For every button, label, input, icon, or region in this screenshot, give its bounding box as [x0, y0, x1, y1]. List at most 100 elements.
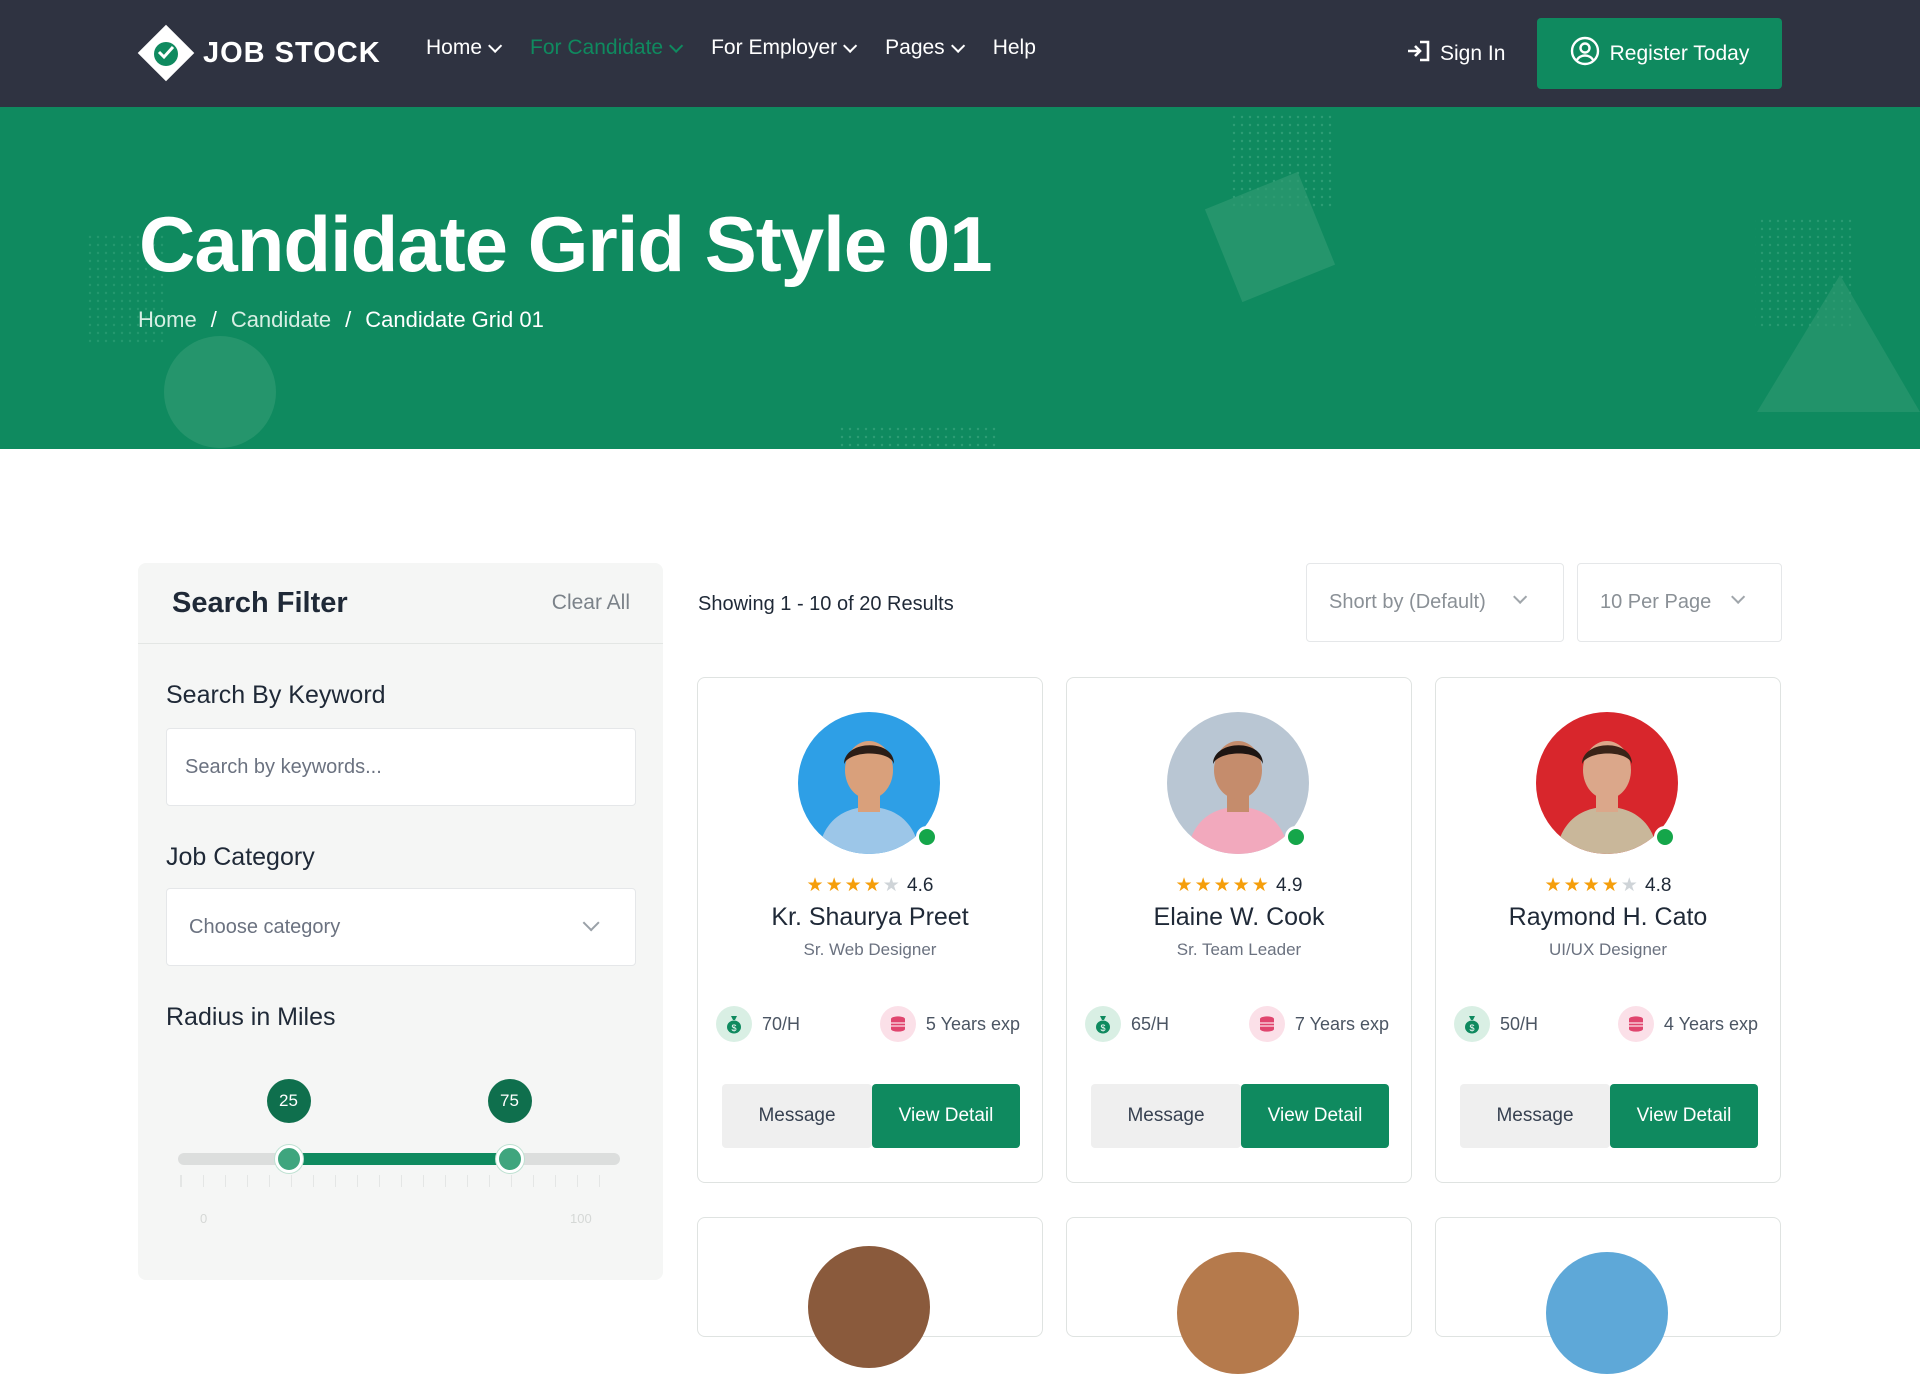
candidate-role: Sr. Web Designer: [803, 940, 937, 959]
menu-pages[interactable]: Pages: [885, 36, 965, 60]
candidate-card[interactable]: ★★★★★ 4.8 Raymond H. Cato UI/UX Designer…: [1435, 677, 1781, 1183]
slider-fill: [288, 1153, 510, 1165]
chevron-down-icon: [843, 38, 858, 53]
chevron-down-icon: [950, 38, 965, 53]
candidate-role: Sr. Team Leader: [1176, 940, 1302, 959]
experience: 4 Years exp: [1617, 1006, 1758, 1042]
sign-in-label: Sign In: [1440, 42, 1506, 65]
menu-home[interactable]: Home: [426, 36, 503, 60]
candidate-name[interactable]: Raymond H. Cato: [1436, 903, 1780, 932]
slider-max-handle[interactable]: [495, 1145, 524, 1173]
category-label: Job Category: [166, 843, 315, 871]
experience: 5 Years exp: [879, 1006, 1020, 1042]
menu-home-label: Home: [426, 36, 483, 59]
view-detail-button[interactable]: View Detail: [1241, 1084, 1389, 1148]
candidate-card[interactable]: [1066, 1217, 1412, 1374]
star-icon: ★: [1232, 875, 1252, 896]
candidate-card[interactable]: [1435, 1217, 1781, 1374]
candidate-role: UI/UX Designer: [1548, 940, 1668, 959]
star-rating: ★★★★★: [1176, 875, 1271, 896]
svg-text:$: $: [1100, 1023, 1105, 1033]
menu-for-candidate-label: For Candidate: [530, 36, 664, 59]
experience-value: 4 Years exp: [1663, 1013, 1758, 1034]
logo-icon: [137, 24, 195, 82]
range-min-value: 25: [266, 1079, 311, 1123]
breadcrumb-home[interactable]: Home: [138, 307, 197, 333]
rating-value: 4.6: [907, 875, 934, 896]
avatar: [1546, 1252, 1668, 1374]
sort-select-value: Short by (Default): [1329, 591, 1486, 613]
experience: 7 Years exp: [1248, 1006, 1389, 1042]
verified-icon: [1285, 826, 1307, 848]
star-icon: ★: [1213, 875, 1233, 896]
filter-header: Search Filter Clear All: [138, 563, 663, 644]
candidate-card[interactable]: ★★★★★ 4.9 Elaine W. Cook Sr. Team Leader…: [1066, 677, 1412, 1183]
hourly-rate: $ 70/H: [716, 1006, 800, 1042]
star-rating: ★★★★★: [1545, 875, 1640, 896]
menu-for-employer[interactable]: For Employer: [711, 36, 858, 60]
category-select-value: Choose category: [189, 915, 341, 938]
clear-all-link[interactable]: Clear All: [552, 591, 630, 615]
candidate-name[interactable]: Elaine W. Cook: [1067, 903, 1411, 932]
chevron-down-icon: [488, 38, 503, 53]
money-bag-icon: $: [1085, 1006, 1121, 1042]
search-filter-panel: Search Filter Clear All Search By Keywor…: [138, 563, 663, 1280]
message-button[interactable]: Message: [1460, 1084, 1610, 1148]
menu-for-employer-label: For Employer: [711, 36, 838, 59]
coins-icon: [879, 1006, 916, 1042]
range-min-label: 0: [200, 1211, 208, 1226]
user-circle-icon: [1570, 36, 1600, 72]
rating: ★★★★★ 4.9: [1067, 874, 1411, 897]
results-count: Showing 1 - 10 of 20 Results: [698, 593, 954, 615]
hourly-rate-value: 65/H: [1131, 1013, 1170, 1034]
view-detail-button[interactable]: View Detail: [1610, 1084, 1758, 1148]
star-icon: ★: [1194, 875, 1214, 896]
register-label: Register Today: [1609, 41, 1750, 65]
star-icon: ★: [863, 875, 883, 896]
range-max-value: 75: [487, 1079, 532, 1123]
chevron-down-icon: [669, 38, 684, 53]
candidate-name[interactable]: Kr. Shaurya Preet: [698, 903, 1042, 932]
range-max-label: 100: [570, 1211, 592, 1226]
view-detail-button[interactable]: View Detail: [872, 1084, 1020, 1148]
hourly-rate: $ 65/H: [1085, 1006, 1169, 1042]
breadcrumb-separator: /: [210, 307, 217, 332]
message-button[interactable]: Message: [1091, 1084, 1241, 1148]
hourly-rate-value: 50/H: [1500, 1013, 1539, 1034]
keyword-search-input[interactable]: Search by keywords...: [166, 728, 636, 806]
svg-text:$: $: [731, 1023, 736, 1033]
rating-value: 4.8: [1645, 875, 1672, 896]
star-icon: ★: [825, 875, 845, 896]
money-bag-icon: $: [716, 1006, 752, 1042]
money-bag-icon: $: [1454, 1006, 1490, 1042]
per-page-select[interactable]: 10 Per Page: [1577, 563, 1782, 642]
chevron-down-icon: [582, 914, 600, 932]
menu-help[interactable]: Help: [993, 36, 1036, 60]
rating: ★★★★★ 4.6: [698, 874, 1042, 897]
menu-help-label: Help: [992, 36, 1036, 59]
star-icon: ★: [1563, 875, 1583, 896]
radius-slider[interactable]: [178, 1145, 620, 1173]
brand-name: JOB STOCK: [203, 36, 381, 69]
sort-select[interactable]: Short by (Default): [1306, 563, 1564, 642]
star-icon: ★: [1582, 875, 1602, 896]
menu-for-candidate[interactable]: For Candidate: [530, 36, 684, 60]
coins-icon: [1617, 1006, 1654, 1042]
experience-value: 5 Years exp: [925, 1013, 1020, 1034]
main-menu: Home For Candidate For Employer Pages He…: [426, 36, 1036, 60]
per-page-select-value: 10 Per Page: [1600, 591, 1712, 613]
star-icon: ★: [844, 875, 864, 896]
star-icon: ★: [882, 875, 902, 896]
register-button[interactable]: Register Today: [1537, 18, 1782, 89]
hourly-rate: $ 50/H: [1454, 1006, 1538, 1042]
sign-in-link[interactable]: Sign In: [1406, 40, 1505, 68]
slider-min-handle[interactable]: [274, 1145, 303, 1173]
top-navbar: JOB STOCK Home For Candidate For Employe…: [0, 0, 1920, 107]
logo[interactable]: JOB STOCK: [137, 24, 381, 82]
sign-in-icon: [1406, 40, 1430, 68]
candidate-card[interactable]: ★★★★★ 4.6 Kr. Shaurya Preet Sr. Web Desi…: [697, 677, 1043, 1183]
candidate-card[interactable]: [697, 1217, 1043, 1368]
category-select[interactable]: Choose category: [166, 888, 636, 966]
message-button[interactable]: Message: [722, 1084, 872, 1148]
breadcrumb-candidate[interactable]: Candidate: [231, 307, 331, 333]
